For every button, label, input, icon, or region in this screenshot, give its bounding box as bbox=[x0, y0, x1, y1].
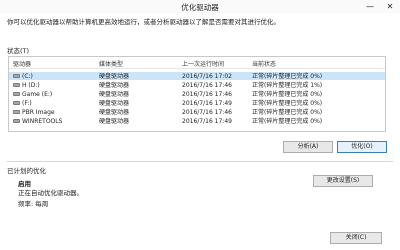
column-header-drive[interactable]: 驱动器 bbox=[13, 59, 31, 68]
drive-media-type: 硬盘驱动器 bbox=[99, 100, 130, 107]
drive-name: H (D:) bbox=[22, 82, 40, 89]
header-divider bbox=[9, 68, 385, 69]
drive-media-type: 硬盘驱动器 bbox=[99, 109, 130, 116]
drive-status: 正常(碎片整理已完成 0%) bbox=[252, 73, 323, 80]
hard-drive-icon bbox=[13, 110, 20, 114]
drive-name: (C:) bbox=[22, 73, 33, 80]
drive-last-run: 2016/7/16 17:49 bbox=[182, 118, 232, 125]
drive-media-type: 硬盘驱动器 bbox=[99, 82, 130, 89]
drive-row[interactable]: (C:) 硬盘驱动器 2016/7/16 17:02 正常(碎片整理已完成 0%… bbox=[9, 72, 385, 80]
hard-drive-icon bbox=[13, 101, 20, 105]
hard-drive-icon bbox=[13, 92, 20, 96]
drive-status: 正常(碎片整理已完成 0%) bbox=[252, 109, 323, 116]
hard-drive-icon bbox=[13, 74, 20, 78]
schedule-frequency: 频率: 每周 bbox=[18, 200, 49, 208]
drive-name: WINRETOOLS bbox=[22, 118, 63, 125]
schedule-description: 正在自动优化驱动器。 bbox=[18, 189, 83, 197]
column-header-media-type[interactable]: 媒体类型 bbox=[99, 59, 123, 68]
drive-media-type: 硬盘驱动器 bbox=[99, 91, 130, 98]
drive-status: 正常(碎片整理已完成 0%) bbox=[252, 91, 323, 98]
close-icon[interactable]: ✕ bbox=[380, 0, 400, 13]
drive-name: Game (E:) bbox=[22, 91, 53, 98]
drive-last-run: 2016/7/16 17:46 bbox=[182, 109, 232, 116]
change-settings-button[interactable]: 更改设置(S) bbox=[313, 175, 373, 187]
drive-row[interactable]: H (D:) 硬盘驱动器 2016/7/16 17:46 正常(碎片整理已完成 … bbox=[9, 81, 385, 89]
hard-drive-icon bbox=[13, 83, 20, 87]
drive-last-run: 2016/7/16 17:46 bbox=[182, 82, 232, 89]
drive-row[interactable]: Game (E:) 硬盘驱动器 2016/7/16 17:46 正常(碎片整理已… bbox=[9, 90, 385, 98]
close-button[interactable]: 关闭(C) bbox=[330, 232, 382, 244]
drive-list[interactable]: 驱动器 媒体类型 上一次运行时间 当前状态 (C:) 硬盘驱动器 2016/7/… bbox=[8, 56, 386, 132]
drive-row[interactable]: PBR Image 硬盘驱动器 2016/7/16 17:46 正常(碎片整理已… bbox=[9, 108, 385, 116]
status-label: 状态(T) bbox=[7, 47, 30, 55]
drive-name: (F:) bbox=[22, 100, 32, 107]
section-divider bbox=[7, 161, 393, 162]
minimize-icon[interactable]: — bbox=[360, 0, 380, 13]
drive-status: 正常(碎片整理已完成 0%) bbox=[252, 118, 323, 125]
analyze-button[interactable]: 分析(A) bbox=[283, 141, 333, 153]
drive-last-run: 2016/7/16 17:02 bbox=[182, 73, 232, 80]
drive-last-run: 2016/7/16 17:49 bbox=[182, 100, 232, 107]
drive-media-type: 硬盘驱动器 bbox=[99, 118, 130, 125]
column-header-current-status[interactable]: 当前状态 bbox=[252, 59, 276, 68]
scheduled-optimization-label: 已计划的优化 bbox=[7, 167, 46, 175]
optimize-button[interactable]: 优化(O) bbox=[337, 141, 387, 153]
drive-media-type: 硬盘驱动器 bbox=[99, 73, 130, 80]
drive-status: 正常(碎片整理已完成 0%) bbox=[252, 100, 323, 107]
description-text: 你可以优化驱动器以帮助计算机更高效地运行，或者分析驱动器以了解是否需要对其进行优… bbox=[7, 18, 280, 26]
title-bar: 优化驱动器 — ✕ bbox=[0, 0, 400, 13]
drive-row[interactable]: WINRETOOLS 硬盘驱动器 2016/7/16 17:49 正常(碎片整理… bbox=[9, 117, 385, 125]
hard-drive-icon bbox=[13, 119, 20, 123]
window-title: 优化驱动器 bbox=[181, 3, 219, 12]
column-header-last-run[interactable]: 上一次运行时间 bbox=[182, 59, 224, 68]
drive-row[interactable]: (F:) 硬盘驱动器 2016/7/16 17:49 正常(碎片整理已完成 0%… bbox=[9, 99, 385, 107]
drive-status: 正常(碎片整理已完成 1%) bbox=[252, 82, 323, 89]
drive-last-run: 2016/7/16 17:46 bbox=[182, 91, 232, 98]
drive-name: PBR Image bbox=[22, 109, 55, 116]
